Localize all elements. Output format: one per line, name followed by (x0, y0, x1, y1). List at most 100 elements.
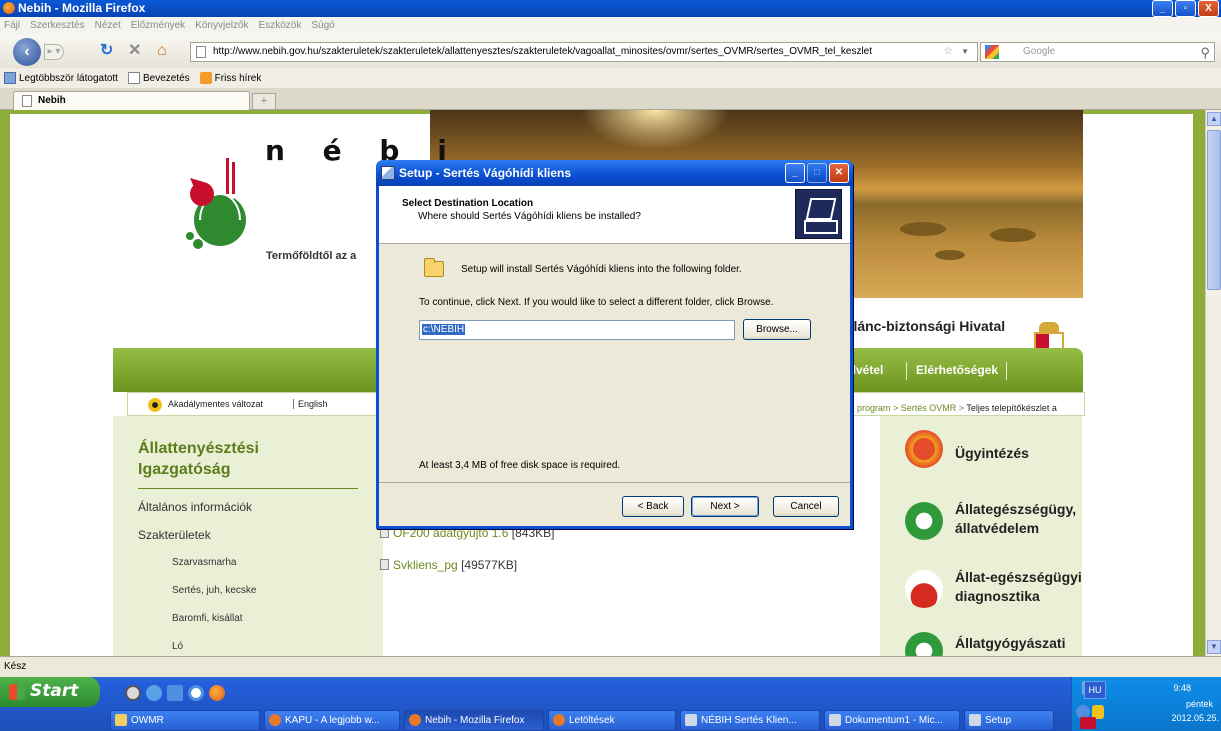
most-visited-icon (4, 72, 16, 84)
forward-dropdown-icon[interactable]: ▸ ▾ (44, 44, 64, 60)
computer-install-icon (795, 189, 842, 239)
back-button[interactable]: < Back (622, 496, 684, 517)
firefox-icon (269, 714, 281, 726)
sidebar-subitem-cattle[interactable]: Szarvasmarha (172, 557, 236, 568)
bookmark-most-visited[interactable]: Legtöbbször látogatott (4, 72, 118, 84)
destination-path-input[interactable]: c:\NEBIH (419, 320, 735, 340)
task-owmr[interactable]: OWMR (110, 710, 260, 731)
page-icon (22, 95, 32, 107)
menu-bookmarks[interactable]: Könyvjelzők (195, 17, 248, 35)
accessibility-icon[interactable] (148, 398, 162, 412)
sidebar-subitem-pig-sheep-goat[interactable]: Sertés, juh, kecske (172, 585, 256, 596)
menu-edit[interactable]: Szerkesztés (30, 17, 84, 35)
tab-nebih[interactable]: Nebih (13, 91, 250, 110)
dialog-title: Setup - Sertés Vágóhídi kliens (399, 166, 572, 180)
dialog-heading: Select Destination Location (402, 198, 534, 209)
task-document1[interactable]: Dokumentum1 - Mic... (824, 710, 960, 731)
dialog-minimize-button[interactable]: _ (785, 163, 805, 183)
install-info-text: Setup will install Sertés Vágóhídi klien… (461, 264, 742, 275)
restore-button[interactable]: ▫ (1175, 0, 1196, 17)
accessible-version-link[interactable]: Akadálymentes változat (168, 399, 263, 409)
right-link-veterinary[interactable]: Állatgyógyászati (955, 634, 1065, 653)
menu-file[interactable]: Fájl (4, 17, 20, 35)
quicklaunch-icon-4[interactable] (188, 685, 204, 701)
setup-app-icon (381, 166, 395, 180)
menu-tools[interactable]: Eszközök (259, 17, 302, 35)
folder-icon (115, 714, 127, 726)
language-indicator[interactable]: HU (1084, 681, 1106, 699)
dialog-title-bar[interactable]: Setup - Sertés Vágóhídi kliens _ □ ✕ (376, 160, 853, 186)
start-button[interactable]: Start (0, 677, 100, 707)
file-icon (380, 559, 389, 570)
close-button[interactable]: X (1198, 0, 1219, 17)
menu-help[interactable]: Súgó (311, 17, 334, 35)
url-bar[interactable]: http://www.nebih.gov.hu/szakteruletek/sz… (190, 42, 978, 62)
dialog-close-button[interactable]: ✕ (829, 163, 849, 183)
task-nebih-client[interactable]: NÉBIH Sertés Klien... (680, 710, 820, 731)
minimize-button[interactable]: _ (1152, 0, 1173, 17)
scroll-up-icon[interactable]: ▲ (1207, 112, 1221, 126)
word-icon (829, 714, 841, 726)
url-text: http://www.nebih.gov.hu/szakteruletek/sz… (213, 46, 872, 57)
right-link-ugyintezes[interactable]: Ügyintézés (955, 444, 1029, 463)
next-button[interactable]: Next > (691, 496, 759, 517)
nebih-logo-icon (186, 158, 246, 249)
new-tab-button[interactable]: + (252, 93, 276, 110)
navigation-toolbar: ‹ ▸ ▾ ↻ ✕ ⌂ http://www.nebih.gov.hu/szak… (0, 35, 1221, 68)
browse-button[interactable]: Browse... (743, 319, 811, 340)
disk-space-text: At least 3,4 MB of free disk space is re… (419, 460, 621, 471)
firefox-title-bar[interactable]: Nebih - Mozilla Firefox _ ▫ X (0, 0, 1221, 17)
vertical-scrollbar[interactable]: ▲ ▼ (1205, 110, 1221, 656)
windows-taskbar: Start OWMR KAPU - A legjobb w... Nebih -… (0, 677, 1221, 731)
bookmarks-toolbar: Legtöbbször látogatott Bevezetés Friss h… (0, 68, 1221, 88)
search-icon[interactable]: ⚲ (1200, 44, 1210, 62)
nav-link-contacts[interactable]: Elérhetőségek (916, 363, 998, 377)
task-setup[interactable]: Setup (964, 710, 1054, 731)
bookmark-getting-started[interactable]: Bevezetés (127, 72, 190, 84)
scroll-down-icon[interactable]: ▼ (1207, 640, 1221, 654)
search-bar[interactable]: Google ⚲ (980, 42, 1215, 62)
quicklaunch-icon-2[interactable] (146, 685, 162, 701)
sidebar-item-fields[interactable]: Szakterületek (138, 528, 211, 542)
english-link[interactable]: English (293, 399, 328, 409)
menu-history[interactable]: Előzmények (131, 17, 185, 35)
dialog-maximize-button: □ (807, 163, 827, 183)
bookmark-star-icon[interactable]: ☆ (944, 43, 953, 61)
task-nebih-firefox[interactable]: Nebih - Mozilla Firefox (404, 710, 544, 731)
sidebar-item-general-info[interactable]: Általános információk (138, 500, 252, 514)
bookmark-latest-news[interactable]: Friss hírek (199, 72, 261, 84)
reload-icon[interactable]: ↻ (100, 43, 113, 59)
sidebar-subitem-poultry[interactable]: Baromfi, kisállat (172, 613, 243, 624)
sidebar-subitem-horse[interactable]: Ló (172, 641, 183, 652)
breadcrumb-path[interactable]: R program > Sertés OVMR > (848, 403, 966, 413)
folder-icon (424, 258, 444, 277)
task-kapu[interactable]: KAPU - A legjobb w... (264, 710, 400, 731)
right-link-animal-health[interactable]: Állategészségügy, állatvédelem (955, 500, 1076, 538)
stop-icon[interactable]: ✕ (128, 43, 141, 59)
home-icon[interactable]: ⌂ (157, 43, 167, 59)
menu-view[interactable]: Nézet (95, 17, 121, 35)
right-link-diagnostics[interactable]: Állat-egészségügyi diagnosztika (955, 568, 1082, 606)
continue-info-text: To continue, click Next. If you would li… (419, 297, 774, 308)
quicklaunch-icon-1[interactable] (125, 685, 141, 701)
firefox-quicklaunch-icon[interactable] (209, 685, 225, 701)
tray-app-icon[interactable] (1080, 717, 1096, 729)
logo-tagline: Termőföldtől az a (266, 250, 357, 262)
window-title: Nebih - Mozilla Firefox (18, 1, 146, 15)
breadcrumb: R program > Sertés OVMR > Teljes telepít… (848, 403, 1057, 413)
task-downloads[interactable]: Letöltések (548, 710, 676, 731)
scroll-thumb[interactable] (1207, 130, 1221, 290)
clock-day: péntek (1185, 699, 1213, 709)
url-dropdown-icon[interactable]: ▼ (961, 43, 969, 61)
gears-icon (905, 430, 943, 468)
firefox-icon (3, 2, 15, 14)
file-link-svkliens[interactable]: Svkliens_pg [49577KB] (380, 558, 517, 572)
windows-logo-icon (9, 684, 25, 700)
menu-bar: Fájl Szerkesztés Nézet Előzmények Könyvj… (0, 17, 1221, 35)
google-engine-icon[interactable] (985, 45, 999, 59)
page-icon (196, 46, 206, 58)
cancel-button[interactable]: Cancel (773, 496, 839, 517)
back-arrow-icon[interactable]: ‹ (13, 38, 41, 66)
ie-icon[interactable] (167, 685, 183, 701)
setup-icon (969, 714, 981, 726)
